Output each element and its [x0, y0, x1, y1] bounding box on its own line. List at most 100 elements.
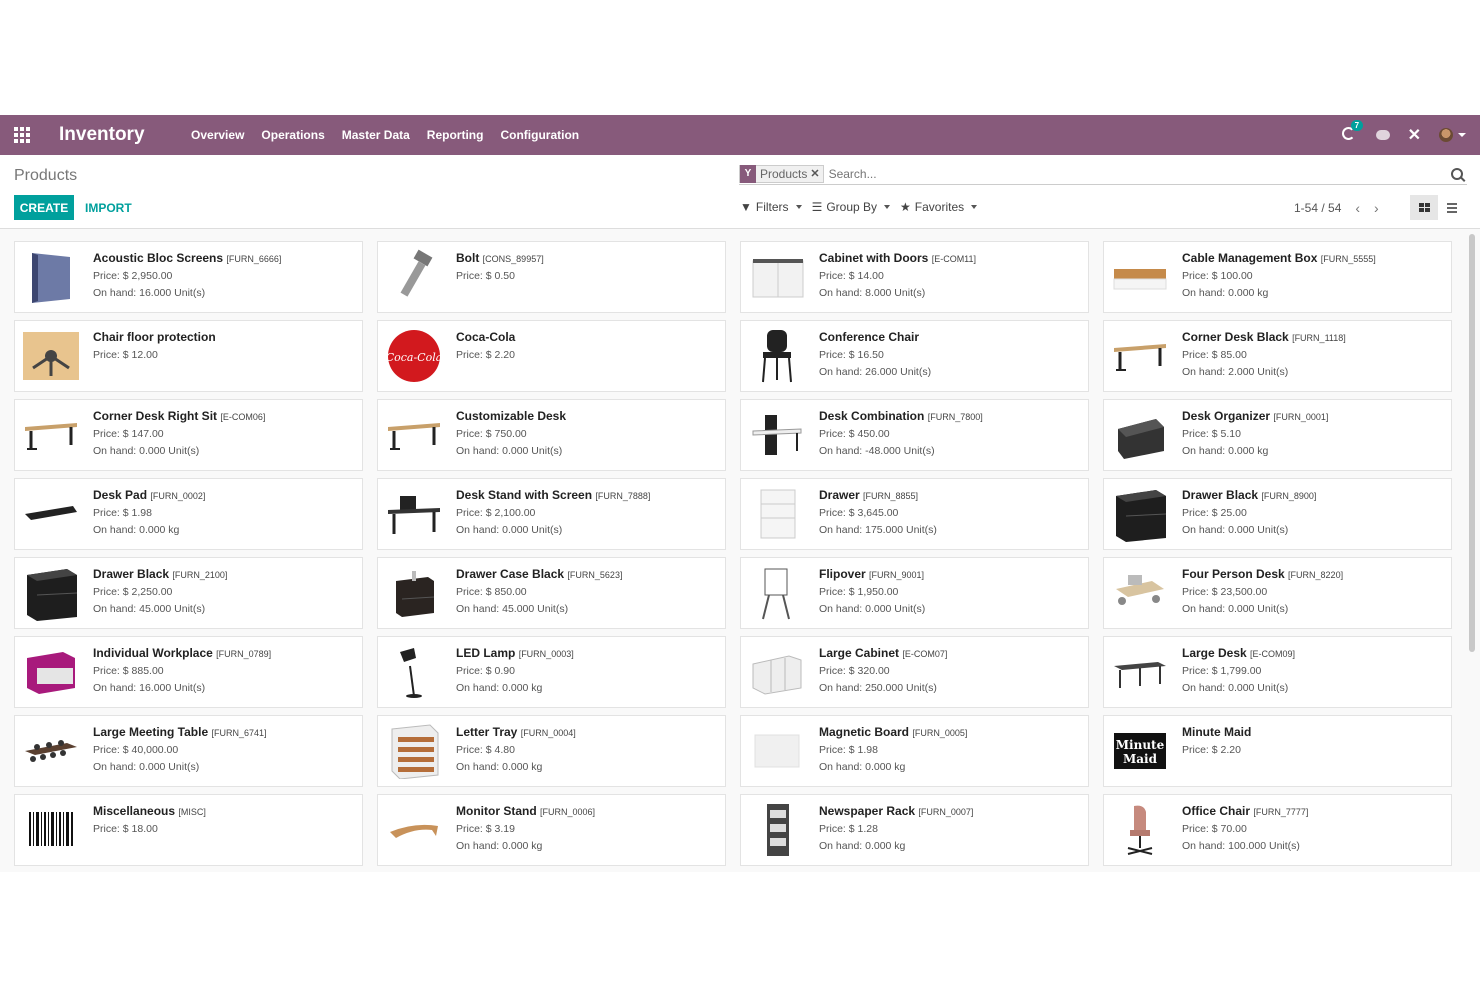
product-name: Desk Stand with Screen [FURN_7888]: [456, 488, 650, 502]
search-input[interactable]: [828, 166, 1429, 181]
chevron-right-icon[interactable]: ›: [1374, 200, 1379, 216]
product-reference: [FURN_0005]: [912, 728, 968, 738]
product-card[interactable]: Desk Stand with Screen [FURN_7888] Price:…: [377, 478, 726, 550]
product-card[interactable]: Drawer Black [FURN_8900] Price: $ 25.00 On…: [1103, 478, 1452, 550]
product-on-hand: On hand: 8.000 Unit(s): [819, 287, 926, 299]
menu-operations[interactable]: Operations: [253, 128, 333, 142]
filters-dropdown[interactable]: ▼ Filters: [740, 200, 802, 214]
product-reference: [FURN_5555]: [1320, 254, 1376, 264]
kanban-view-button[interactable]: [1410, 195, 1438, 220]
product-card[interactable]: Large Desk [E-COM09] Price: $ 1,799.00 On …: [1103, 636, 1452, 708]
product-card[interactable]: Drawer Black [FURN_2100] Price: $ 2,250.0…: [14, 557, 363, 629]
product-price: Price: $ 4.80: [456, 744, 515, 756]
product-card[interactable]: Desk Pad [FURN_0002] Price: $ 1.98 On hand…: [14, 478, 363, 550]
product-card[interactable]: Office Chair [FURN_7777] Price: $ 70.00 On…: [1103, 794, 1452, 866]
product-name: Four Person Desk [FURN_8220]: [1182, 567, 1343, 581]
product-card[interactable]: Minute Maid Minute Maid Price: $ 2.20: [1103, 715, 1452, 787]
search-icon[interactable]: [1451, 167, 1463, 180]
import-button[interactable]: IMPORT: [85, 195, 132, 220]
product-card[interactable]: Desk Combination [FURN_7800] Price: $ 450…: [740, 399, 1089, 471]
list-view-button[interactable]: [1438, 195, 1466, 220]
product-card[interactable]: Cable Management Box [FURN_5555] Price: $…: [1103, 241, 1452, 313]
product-card[interactable]: Drawer Case Black [FURN_5623] Price: $ 85…: [377, 557, 726, 629]
menu-master-data[interactable]: Master Data: [333, 128, 418, 142]
product-info: Drawer [FURN_8855] Price: $ 3,645.00 On ha…: [819, 485, 937, 543]
create-button[interactable]: CREATE: [14, 195, 74, 220]
search-options: ▼ Filters ☰ Group By ★ Favorites: [740, 200, 978, 214]
product-card[interactable]: Drawer [FURN_8855] Price: $ 3,645.00 On ha…: [740, 478, 1089, 550]
product-info: Letter Tray [FURN_0004] Price: $ 4.80 On h…: [456, 722, 576, 780]
product-reference: [FURN_0007]: [918, 807, 974, 817]
chat-bubble-icon[interactable]: [1375, 130, 1390, 140]
product-card[interactable]: Customizable Desk Price: $ 750.00 On hand:…: [377, 399, 726, 471]
funnel-icon: ▼: [740, 200, 752, 214]
product-price: Price: $ 12.00: [93, 349, 158, 361]
group-by-dropdown[interactable]: ☰ Group By: [812, 200, 891, 214]
product-card[interactable]: Conference Chair Price: $ 16.50 On hand: 2…: [740, 320, 1089, 392]
product-card[interactable]: Large Meeting Table [FURN_6741] Price: $ …: [14, 715, 363, 787]
product-name: Customizable Desk: [456, 409, 566, 423]
scrollbar[interactable]: [1469, 234, 1475, 652]
user-menu[interactable]: [1439, 128, 1466, 142]
menu-reporting[interactable]: Reporting: [418, 128, 492, 142]
product-name-text: Coca-Cola: [456, 330, 516, 344]
product-card[interactable]: Newspaper Rack [FURN_0007] Price: $ 1.28 O…: [740, 794, 1089, 866]
product-name-text: Four Person Desk: [1182, 567, 1285, 581]
chevron-left-icon[interactable]: ‹: [1355, 200, 1360, 216]
product-name: Large Cabinet [E-COM07]: [819, 646, 947, 660]
product-on-hand: On hand: -48.000 Unit(s): [819, 445, 935, 457]
product-card[interactable]: Large Cabinet [E-COM07] Price: $ 320.00 On…: [740, 636, 1089, 708]
product-card[interactable]: Corner Desk Right Sit [E-COM06] Price: $ …: [14, 399, 363, 471]
product-card[interactable]: Monitor Stand [FURN_0006] Price: $ 3.19 On…: [377, 794, 726, 866]
close-x-icon[interactable]: ✕: [1408, 125, 1421, 145]
product-info: Acoustic Bloc Screens [FURN_6666] Price: …: [93, 248, 281, 306]
app-name[interactable]: Inventory: [44, 124, 183, 146]
product-on-hand: On hand: 0.000 Unit(s): [1182, 524, 1289, 536]
svg-text:Maid: Maid: [1123, 752, 1158, 766]
product-card[interactable]: Magnetic Board [FURN_0005] Price: $ 1.98 O…: [740, 715, 1089, 787]
barcode-icon: [23, 801, 79, 859]
product-name-text: Conference Chair: [819, 330, 920, 344]
product-name: Corner Desk Black [FURN_1118]: [1182, 330, 1346, 344]
product-info: Large Meeting Table [FURN_6741] Price: $ …: [93, 722, 267, 780]
product-card[interactable]: Miscellaneous [MISC] Price: $ 18.00: [14, 794, 363, 866]
product-reference: [FURN_5623]: [567, 570, 623, 580]
product-name-text: Magnetic Board: [819, 725, 910, 739]
product-price: Price: $ 40,000.00: [93, 744, 179, 756]
menu-configuration[interactable]: Configuration: [492, 128, 588, 142]
product-card[interactable]: Corner Desk Black [FURN_1118] Price: $ 85…: [1103, 320, 1452, 392]
product-card[interactable]: Desk Organizer [FURN_0001] Price: $ 5.10 O…: [1103, 399, 1452, 471]
product-on-hand: On hand: 0.000 Unit(s): [93, 445, 200, 457]
apps-menu-icon[interactable]: [0, 115, 44, 155]
star-icon: ★: [900, 200, 911, 214]
product-name: Chair floor protection: [93, 330, 216, 344]
favorites-dropdown[interactable]: ★ Favorites: [900, 200, 978, 214]
product-info: Desk Combination [FURN_7800] Price: $ 450…: [819, 406, 983, 464]
product-on-hand: On hand: 0.000 kg: [1182, 445, 1269, 457]
product-on-hand: On hand: 0.000 Unit(s): [1182, 603, 1289, 615]
activity-count-badge: 7: [1350, 120, 1364, 131]
product-on-hand: On hand: 0.000 kg: [456, 840, 543, 852]
product-card[interactable]: Acoustic Bloc Screens [FURN_6666] Price: …: [14, 241, 363, 313]
product-info: Cabinet with Doors [E-COM11] Price: $ 14.…: [819, 248, 976, 306]
product-card[interactable]: Four Person Desk [FURN_8220] Price: $ 23,…: [1103, 557, 1452, 629]
product-reference: [FURN_0002]: [150, 491, 206, 501]
product-card[interactable]: Letter Tray [FURN_0004] Price: $ 4.80 On h…: [377, 715, 726, 787]
search-bar: Y Products ✕: [739, 163, 1467, 185]
product-card[interactable]: Chair floor protection Price: $ 12.00: [14, 320, 363, 392]
menu-overview[interactable]: Overview: [183, 128, 253, 142]
product-info: Large Cabinet [E-COM07] Price: $ 320.00 On…: [819, 643, 947, 701]
product-card[interactable]: Individual Workplace [FURN_0789] Price: $…: [14, 636, 363, 708]
product-card[interactable]: Bolt [CONS_89957] Price: $ 0.50: [377, 241, 726, 313]
facet-remove-icon[interactable]: ✕: [810, 167, 822, 180]
desk-stand-icon: [386, 485, 442, 543]
product-info: Monitor Stand [FURN_0006] Price: $ 3.19 On…: [456, 801, 595, 859]
product-card[interactable]: Cabinet with Doors [E-COM11] Price: $ 14.…: [740, 241, 1089, 313]
pager-value[interactable]: 1-54 / 54: [1294, 201, 1341, 215]
product-price: Price: $ 1.98: [819, 744, 878, 756]
product-price: Price: $ 1,799.00: [1182, 665, 1262, 677]
activity-button[interactable]: 7: [1341, 120, 1364, 143]
product-card[interactable]: Flipover [FURN_9001] Price: $ 1,950.00 On …: [740, 557, 1089, 629]
product-card[interactable]: Coca-Cola Coca-Cola Price: $ 2.20: [377, 320, 726, 392]
product-card[interactable]: LED Lamp [FURN_0003] Price: $ 0.90 On hand…: [377, 636, 726, 708]
